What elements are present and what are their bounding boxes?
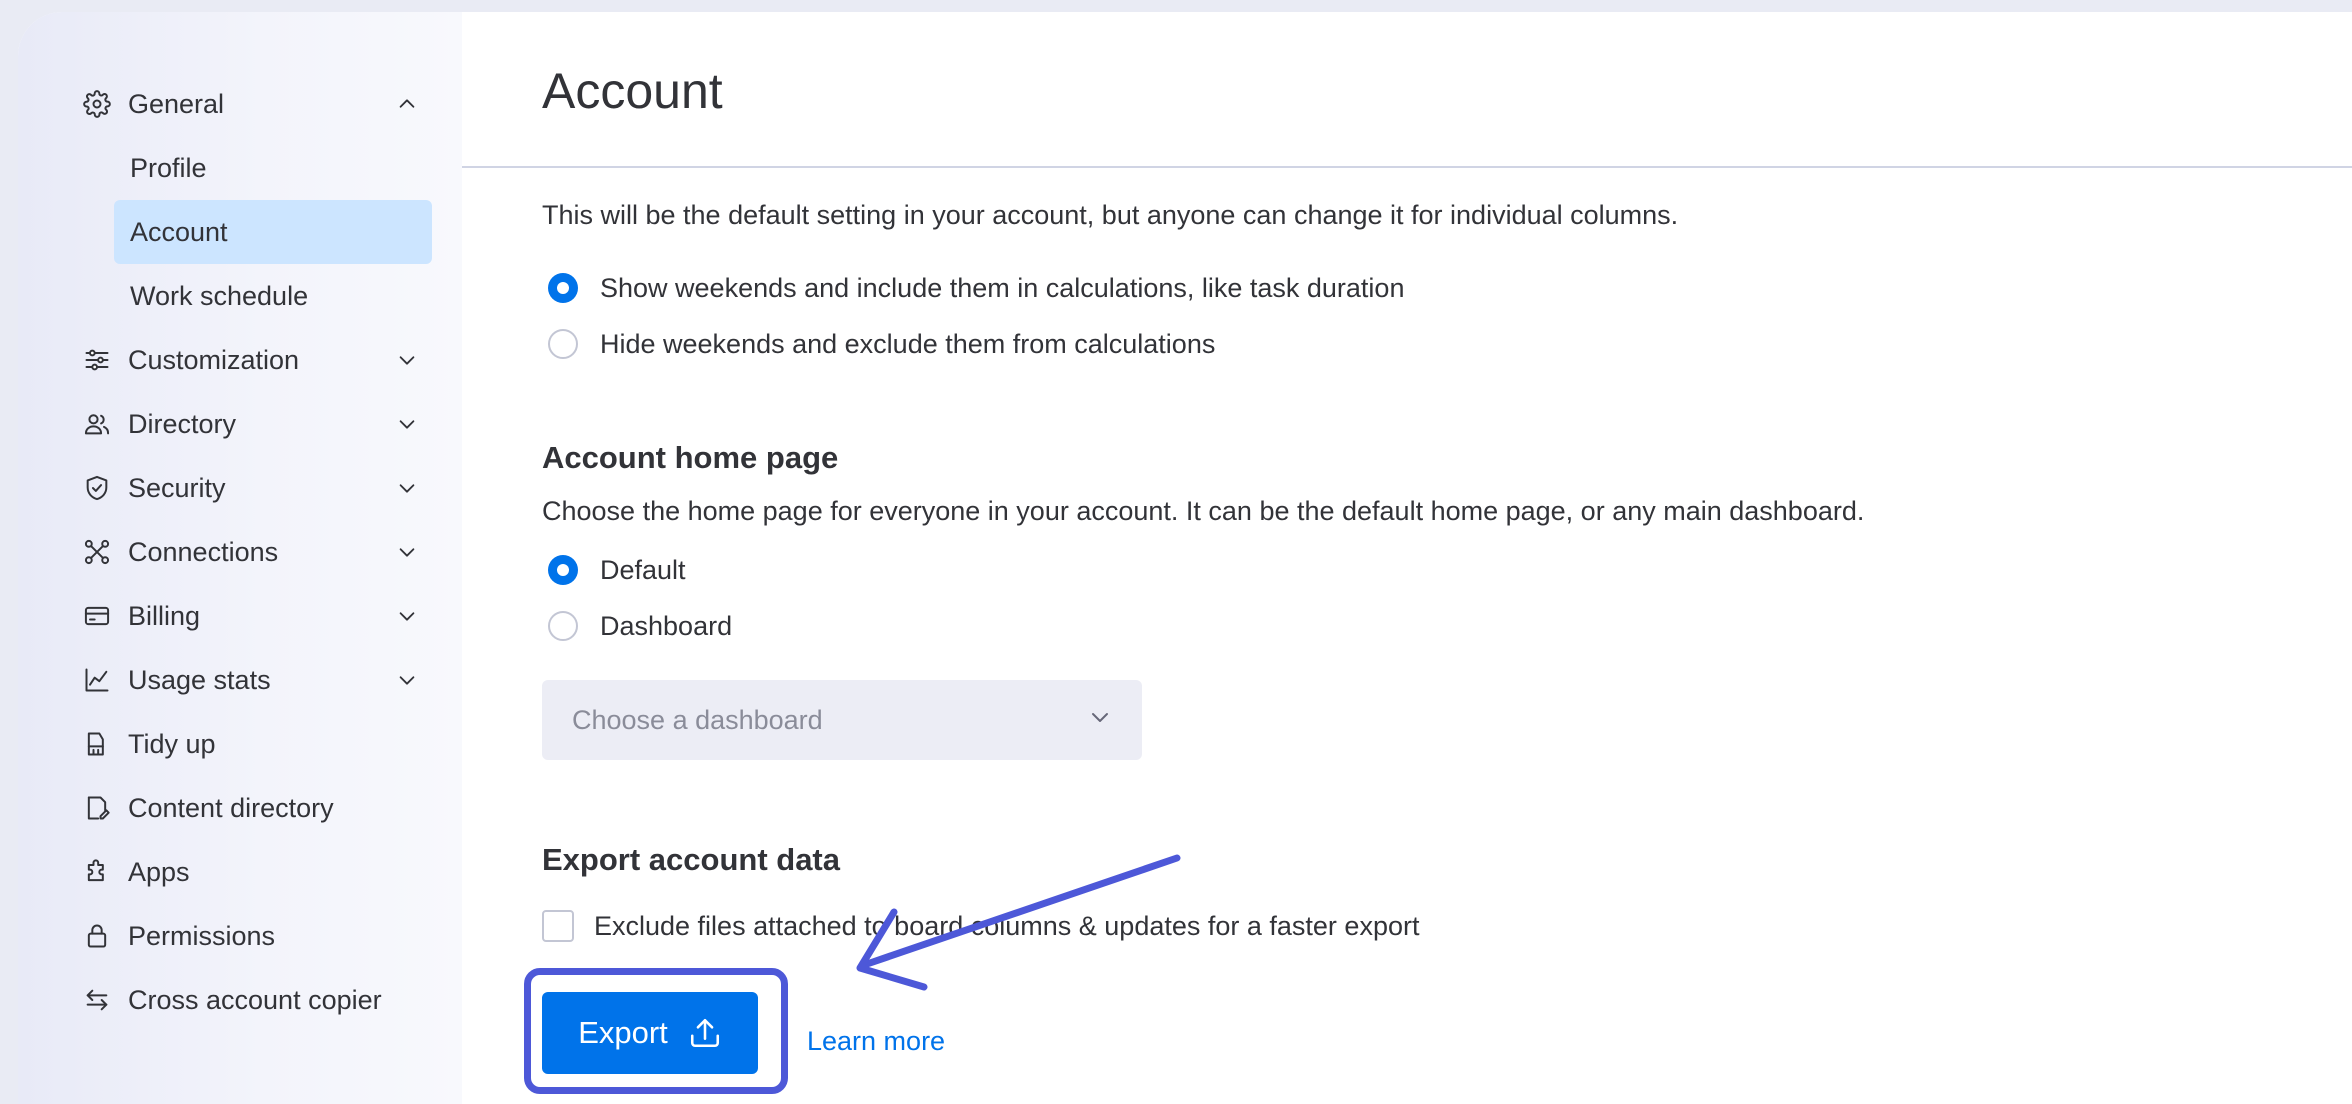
sidebar-item-label: Permissions (128, 920, 276, 951)
sidebar-item-connections[interactable]: Connections (82, 520, 432, 584)
sidebar-subitem-label: Account (130, 216, 228, 247)
sidebar-item-label: General (128, 88, 225, 119)
sidebar-item-directory[interactable]: Directory (82, 392, 432, 456)
radio-button-checked[interactable] (548, 555, 578, 585)
sidebar: General Profile Account Work schedule Cu… (18, 12, 462, 1104)
learn-more-link[interactable]: Learn more (807, 1026, 945, 1057)
section-title-export: Export account data (542, 842, 840, 877)
exclude-files-checkbox[interactable] (542, 910, 574, 942)
exclude-files-checkbox-row[interactable]: Exclude files attached to board columns … (542, 906, 1419, 946)
page-title: Account (542, 63, 723, 119)
lock-icon (82, 921, 112, 951)
sidebar-item-customization[interactable]: Customization (82, 328, 432, 392)
main-content: Account This will be the default setting… (462, 12, 2352, 1104)
chevron-down-icon (394, 603, 420, 629)
dashboard-select-placeholder: Choose a dashboard (572, 704, 823, 735)
radio-button-checked[interactable] (548, 273, 578, 303)
sidebar-subitem-label: Work schedule (130, 280, 309, 311)
title-divider (462, 166, 2352, 168)
shield-icon (82, 473, 112, 503)
radio-show-weekends[interactable]: Show weekends and include them in calcul… (548, 268, 1404, 308)
sidebar-item-label: Cross account copier (128, 984, 382, 1015)
radio-label: Hide weekends and exclude them from calc… (600, 328, 1216, 359)
sidebar-subitem-work-schedule[interactable]: Work schedule (114, 264, 432, 328)
sidebar-subitem-account[interactable]: Account (114, 200, 432, 264)
settings-window: General Profile Account Work schedule Cu… (18, 12, 2352, 1104)
puzzle-icon (82, 857, 112, 887)
chevron-down-icon (394, 347, 420, 373)
radio-dashboard[interactable]: Dashboard (548, 606, 732, 646)
radio-button[interactable] (548, 329, 578, 359)
section-title-home-page: Account home page (542, 440, 839, 475)
radio-default[interactable]: Default (548, 550, 686, 590)
radio-label: Dashboard (600, 610, 733, 641)
sidebar-item-permissions[interactable]: Permissions (82, 904, 432, 968)
radio-label: Default (600, 554, 686, 585)
chart-icon (82, 665, 112, 695)
chevron-down-icon (394, 667, 420, 693)
sidebar-item-apps[interactable]: Apps (82, 840, 432, 904)
chevron-down-icon (394, 475, 420, 501)
gear-icon (82, 89, 112, 119)
chevron-up-icon (394, 91, 420, 117)
sidebar-item-label: Usage stats (128, 664, 271, 695)
sidebar-item-label: Content directory (128, 792, 334, 823)
sidebar-subitem-label: Profile (130, 152, 207, 183)
document-icon (82, 793, 112, 823)
sidebar-item-label: Customization (128, 344, 300, 375)
sidebar-item-security[interactable]: Security (82, 456, 432, 520)
sidebar-item-tidy-up[interactable]: Tidy up (82, 712, 432, 776)
sidebar-item-cross-account-copier[interactable]: Cross account copier (82, 968, 432, 1032)
radio-button[interactable] (548, 611, 578, 641)
sliders-icon (82, 345, 112, 375)
chevron-down-icon (1088, 705, 1112, 736)
upload-icon (688, 1016, 722, 1050)
home-page-description: Choose the home page for everyone in you… (542, 496, 1865, 526)
sidebar-item-label: Connections (128, 536, 279, 567)
sidebar-item-label: Tidy up (128, 728, 216, 759)
users-icon (82, 409, 112, 439)
radio-hide-weekends[interactable]: Hide weekends and exclude them from calc… (548, 324, 1215, 364)
sidebar-item-general[interactable]: General (82, 72, 432, 136)
checkbox-label: Exclude files attached to board columns … (594, 910, 1420, 941)
chevron-down-icon (394, 411, 420, 437)
credit-card-icon (82, 601, 112, 631)
sidebar-item-usage-stats[interactable]: Usage stats (82, 648, 432, 712)
sidebar-item-label: Apps (128, 856, 190, 887)
chevron-down-icon (394, 539, 420, 565)
sidebar-item-content-directory[interactable]: Content directory (82, 776, 432, 840)
export-button[interactable]: Export (542, 992, 758, 1074)
radio-label: Show weekends and include them in calcul… (600, 272, 1405, 303)
sidebar-item-billing[interactable]: Billing (82, 584, 432, 648)
sidebar-subitem-profile[interactable]: Profile (114, 136, 432, 200)
sidebar-item-label: Directory (128, 408, 237, 439)
connections-icon (82, 537, 112, 567)
weekend-description: This will be the default setting in your… (542, 200, 1679, 230)
sidebar-item-label: Security (128, 472, 226, 503)
export-button-label: Export (578, 1015, 668, 1050)
swap-arrows-icon (82, 985, 112, 1015)
broom-icon (82, 729, 112, 759)
sidebar-item-label: Billing (128, 600, 201, 631)
dashboard-select[interactable]: Choose a dashboard (542, 680, 1142, 760)
